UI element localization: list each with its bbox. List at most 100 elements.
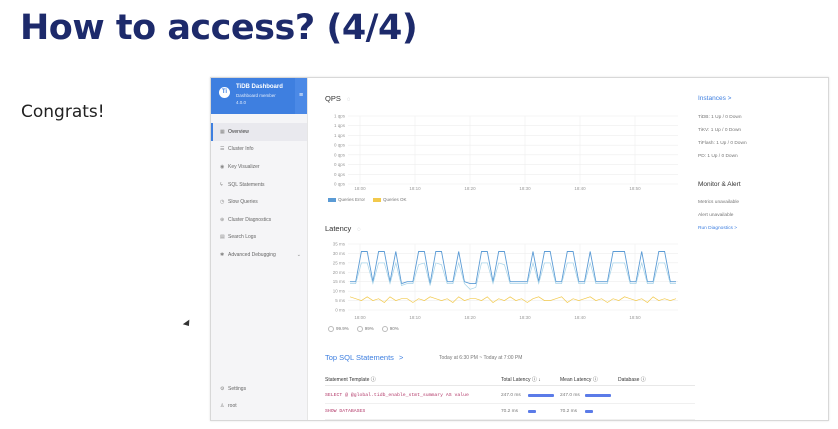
legend-p90[interactable]: 90% bbox=[381, 326, 399, 332]
metrics-status: Metrics unavailable bbox=[698, 200, 740, 205]
file-icon: ▤ bbox=[220, 234, 225, 241]
legend-p90-label: 90% bbox=[389, 326, 399, 332]
brand-version: 4.0.0 bbox=[236, 100, 247, 105]
legend-p999[interactable]: 99.9% bbox=[328, 326, 349, 332]
instance-status-row: TiKV: 1 Up / 0 Down bbox=[698, 128, 742, 133]
info-icon: ⓘ bbox=[592, 377, 598, 383]
bug-icon: ✱ bbox=[220, 251, 225, 258]
sidebar-item-label: Advanced Debugging bbox=[228, 251, 276, 258]
x-tick-label: 18:40 bbox=[574, 315, 586, 320]
brand-header[interactable]: Ti TiDB Dashboard Dashboard member 4.0.0… bbox=[211, 78, 307, 114]
y-tick-label: 0 qps bbox=[334, 162, 346, 167]
lightning-icon: ϟ bbox=[220, 181, 223, 188]
y-tick-label: 0 qps bbox=[334, 143, 346, 148]
y-tick-label: 0 qps bbox=[334, 152, 346, 157]
info-icon: ⓘ bbox=[531, 377, 537, 383]
table-header: Statement Template ⓘ Total Latency ⓘ ↓ M… bbox=[325, 376, 695, 386]
x-tick-label: 18:00 bbox=[354, 315, 366, 320]
slide-title: How to access? (4/4) bbox=[20, 8, 418, 48]
user-icon: ♙ bbox=[220, 403, 225, 410]
table-row[interactable]: SHOW DATABASES 70.2 ms 70.2 ms bbox=[325, 404, 695, 420]
sidebar-item-settings[interactable]: ⚙ Settings bbox=[211, 380, 307, 398]
slide-text: Congrats! bbox=[21, 102, 105, 122]
col-statement-template-label: Statement Template bbox=[325, 377, 370, 383]
sidebar-item-overview[interactable]: ▦ Overview bbox=[211, 123, 307, 141]
mouse-cursor-icon bbox=[182, 319, 193, 329]
sidebar-item-key-visualizer[interactable]: ◉ Key Visualizer bbox=[211, 158, 307, 176]
sidebar-item-sql-statements[interactable]: ϟ SQL Statements bbox=[211, 176, 307, 194]
monitor-alert-title: Monitor & Alert bbox=[698, 181, 741, 188]
sidebar-item-advanced-debugging[interactable]: ✱ Advanced Debugging ⌄ bbox=[211, 246, 307, 264]
top-sql-time-range[interactable]: Today at 6:30 PM ~ Today at 7:00 PM bbox=[439, 355, 522, 361]
qps-chart: 1 qps 1 qps 1 qps 0 qps 0 qps 0 qps 0 qps 0 qps… bbox=[334, 114, 678, 191]
y-tick-label: 20 ms bbox=[333, 270, 346, 275]
x-tick-label: 18:30 bbox=[519, 186, 531, 191]
col-total-latency-label: Total Latency bbox=[501, 377, 531, 383]
legend-queries-ok[interactable]: Queries OK bbox=[373, 197, 407, 202]
brand-subtitle: Dashboard member bbox=[236, 93, 276, 98]
server-icon: ☰ bbox=[220, 146, 225, 153]
x-tick-label: 18:20 bbox=[464, 315, 476, 320]
sql-template: SELECT @ @global.tidb_enable_stmt_summar… bbox=[325, 393, 469, 398]
dashboard-screenshot: Ti TiDB Dashboard Dashboard member 4.0.0… bbox=[210, 77, 829, 421]
refresh-icon[interactable]: ◌ bbox=[347, 97, 351, 103]
hamburger-icon[interactable]: ≡ bbox=[295, 78, 307, 114]
latency-title-text: Latency bbox=[325, 224, 352, 233]
legend-queries-error[interactable]: Queries Error bbox=[328, 197, 365, 202]
gear-icon: ⚙ bbox=[220, 385, 225, 392]
qps-title: QPS ◌ bbox=[325, 94, 350, 103]
y-tick-label: 30 ms bbox=[333, 251, 346, 256]
top-sql-title-text: Top SQL Statements bbox=[325, 353, 394, 362]
sidebar-nav: ▦ Overview ☰ Cluster Info ◉ Key Visualizer ϟ SQ… bbox=[211, 123, 307, 264]
y-tick-label: 0 qps bbox=[334, 182, 346, 187]
col-database[interactable]: Database ⓘ bbox=[618, 376, 646, 383]
instances-link[interactable]: Instances > bbox=[698, 95, 731, 102]
total-latency-value: 247.0 ms bbox=[501, 393, 521, 398]
total-latency-value: 70.2 ms bbox=[501, 409, 519, 414]
col-mean-latency[interactable]: Mean Latency ⓘ bbox=[560, 376, 598, 383]
top-sql-title[interactable]: Top SQL Statements > bbox=[325, 353, 403, 362]
table-row[interactable]: SELECT @ @global.tidb_enable_stmt_summar… bbox=[325, 388, 695, 404]
run-diagnostics-link[interactable]: Run Diagnostics > bbox=[698, 226, 737, 231]
legend-p999-label: 99.9% bbox=[336, 326, 349, 332]
sidebar-item-slow-queries[interactable]: ◷ Slow Queries bbox=[211, 193, 307, 211]
col-total-latency[interactable]: Total Latency ⓘ ↓ bbox=[501, 376, 541, 383]
sidebar-item-cluster-info[interactable]: ☰ Cluster Info bbox=[211, 141, 307, 159]
main-content: QPS ◌ 1 qps 1 qps 1 qps 0 qps 0 qps 0 qps 0 qps… bbox=[308, 78, 698, 420]
grid-icon: ▦ bbox=[220, 128, 225, 135]
brand-title: TiDB Dashboard bbox=[236, 84, 283, 90]
y-tick-label: 10 ms bbox=[333, 289, 346, 294]
chevron-down-icon: ⌄ bbox=[296, 251, 301, 258]
sidebar-item-label: SQL Statements bbox=[228, 181, 265, 188]
col-database-label: Database bbox=[618, 377, 640, 383]
total-latency-bar bbox=[528, 410, 536, 413]
sidebar-item-label: Cluster Info bbox=[228, 146, 254, 153]
mean-latency-bar bbox=[585, 394, 611, 397]
x-tick-label: 18:10 bbox=[409, 315, 421, 320]
x-tick-label: 18:30 bbox=[519, 315, 531, 320]
mean-latency-value: 70.2 ms bbox=[560, 409, 578, 414]
col-mean-latency-label: Mean Latency bbox=[560, 377, 592, 383]
y-tick-label: 1 qps bbox=[334, 133, 346, 138]
sidebar-item-label: Overview bbox=[228, 128, 249, 135]
series-line-999 bbox=[350, 251, 676, 285]
sidebar-bottom: ⚙ Settings ♙ root bbox=[211, 380, 307, 415]
x-tick-label: 18:00 bbox=[354, 186, 366, 191]
instance-status-row: PD: 1 Up / 0 Down bbox=[698, 154, 738, 159]
x-tick-label: 18:50 bbox=[629, 186, 641, 191]
mean-latency-value: 247.0 ms bbox=[560, 393, 580, 398]
sidebar-item-cluster-diagnostics[interactable]: ⊕ Cluster Diagnostics bbox=[211, 211, 307, 229]
y-tick-label: 0 ms bbox=[335, 308, 346, 313]
sidebar-item-root[interactable]: ♙ root bbox=[211, 398, 307, 416]
sort-down-icon: ↓ bbox=[538, 377, 541, 383]
refresh-icon[interactable]: ◌ bbox=[357, 227, 361, 233]
y-tick-label: 5 ms bbox=[335, 298, 346, 303]
legend-p99[interactable]: 99% bbox=[356, 326, 374, 332]
sidebar-item-search-logs[interactable]: ▤ Search Logs bbox=[211, 229, 307, 247]
mean-latency-bar bbox=[585, 410, 593, 413]
info-icon: ⓘ bbox=[640, 377, 646, 383]
y-tick-label: 1 qps bbox=[334, 114, 346, 119]
col-statement-template[interactable]: Statement Template ⓘ bbox=[325, 376, 376, 383]
sidebar: Ti TiDB Dashboard Dashboard member 4.0.0… bbox=[211, 78, 308, 420]
clock-icon: ◷ bbox=[220, 199, 225, 206]
